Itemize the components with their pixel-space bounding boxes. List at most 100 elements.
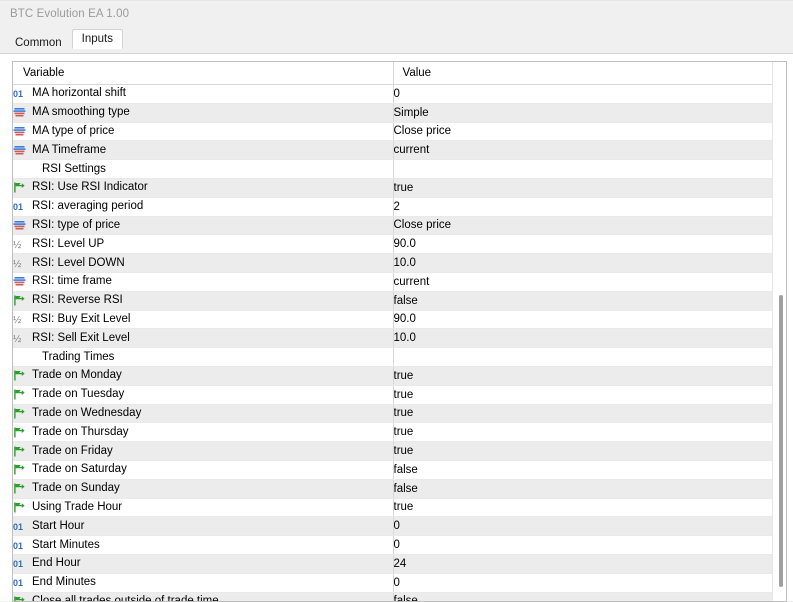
cell-value[interactable]: 90.0: [393, 235, 787, 254]
table-row[interactable]: RSI: type of price Close price: [13, 216, 787, 235]
cell-variable[interactable]: RSI Settings: [13, 160, 393, 179]
tab-common[interactable]: Common: [5, 33, 72, 51]
cell-value[interactable]: 10.0: [393, 329, 787, 348]
cell-variable[interactable]: Using Trade Hour: [13, 498, 393, 517]
boolean-icon: [13, 407, 26, 420]
cell-variable[interactable]: 01Start Minutes: [13, 536, 393, 555]
boolean-icon: [13, 426, 26, 439]
table-row[interactable]: ½RSI: Level DOWN10.0: [13, 254, 787, 273]
cell-value[interactable]: current: [393, 141, 787, 160]
table-row[interactable]: 01MA horizontal shift0: [13, 85, 787, 104]
table-row[interactable]: Trade on Fridaytrue: [13, 442, 787, 461]
table-section-row[interactable]: Trading Times: [13, 348, 787, 367]
cell-variable[interactable]: 01End Minutes: [13, 573, 393, 592]
cell-variable[interactable]: MA smoothing type: [13, 103, 393, 122]
table-row[interactable]: ½RSI: Level UP90.0: [13, 235, 787, 254]
cell-variable[interactable]: Trading Times: [13, 348, 393, 367]
column-header-value[interactable]: Value: [393, 62, 787, 85]
table-row[interactable]: Trade on Saturdayfalse: [13, 460, 787, 479]
cell-variable[interactable]: MA Timeframe: [13, 141, 393, 160]
cell-variable[interactable]: Trade on Sunday: [13, 479, 393, 498]
cell-value[interactable]: 10.0: [393, 254, 787, 273]
cell-value[interactable]: false: [393, 479, 787, 498]
variable-label: Using Trade Hour: [32, 501, 122, 514]
cell-value[interactable]: 0: [393, 85, 787, 104]
value-text: true: [394, 370, 414, 382]
cell-variable[interactable]: ½RSI: Level UP: [13, 235, 393, 254]
cell-value[interactable]: false: [393, 460, 787, 479]
cell-value[interactable]: false: [393, 592, 787, 602]
cell-variable[interactable]: RSI: Reverse RSI: [13, 291, 393, 310]
cell-value[interactable]: 0: [393, 536, 787, 555]
cell-variable[interactable]: ½RSI: Sell Exit Level: [13, 329, 393, 348]
variable-label: RSI: type of price: [32, 219, 120, 232]
table-row[interactable]: RSI: Reverse RSIfalse: [13, 291, 787, 310]
tab-inputs[interactable]: Inputs: [72, 29, 123, 49]
variable-label: Close all trades outside of trade time: [32, 595, 219, 602]
table-row[interactable]: RSI: time framecurrent: [13, 272, 787, 291]
table-row[interactable]: MA smoothing typeSimple: [13, 103, 787, 122]
table-row[interactable]: Trade on Tuesday true: [13, 385, 787, 404]
cell-variable[interactable]: ½RSI: Buy Exit Level: [13, 310, 393, 329]
vertical-scrollbar[interactable]: [772, 62, 787, 602]
table-section-row[interactable]: RSI Settings: [13, 160, 787, 179]
cell-value[interactable]: 2: [393, 197, 787, 216]
table-row[interactable]: Close all trades outside of trade time fa…: [13, 592, 787, 602]
table-row[interactable]: ½RSI: Sell Exit Level10.0: [13, 329, 787, 348]
table-row[interactable]: 01Start Minutes0: [13, 536, 787, 555]
cell-value[interactable]: true: [393, 178, 787, 197]
cell-variable[interactable]: 01RSI: averaging period: [13, 197, 393, 216]
table-row[interactable]: 01End Minutes0: [13, 573, 787, 592]
svg-text:½: ½: [13, 315, 22, 326]
cell-variable[interactable]: RSI: time frame: [13, 272, 393, 291]
cell-value[interactable]: 90.0: [393, 310, 787, 329]
cell-value[interactable]: true: [393, 442, 787, 461]
cell-variable[interactable]: MA type of price: [13, 122, 393, 141]
cell-variable[interactable]: ½RSI: Level DOWN: [13, 254, 393, 273]
cell-value[interactable]: true: [393, 404, 787, 423]
cell-variable[interactable]: 01MA horizontal shift: [13, 85, 393, 104]
table-row[interactable]: 01Start Hour0: [13, 517, 787, 536]
cell-variable[interactable]: RSI: Use RSI Indicator: [13, 178, 393, 197]
table-row[interactable]: MA Timeframecurrent: [13, 141, 787, 160]
cell-value[interactable]: true: [393, 498, 787, 517]
cell-variable[interactable]: Trade on Friday: [13, 442, 393, 461]
cell-variable[interactable]: Trade on Tuesday: [13, 385, 393, 404]
cell-variable[interactable]: Trade on Wednesday: [13, 404, 393, 423]
cell-variable[interactable]: Trade on Monday: [13, 366, 393, 385]
cell-variable[interactable]: 01Start Hour: [13, 517, 393, 536]
cell-value[interactable]: false: [393, 291, 787, 310]
enum-icon: [13, 275, 26, 288]
table-row[interactable]: Trade on Mondaytrue: [13, 366, 787, 385]
cell-variable[interactable]: Trade on Saturday: [13, 460, 393, 479]
cell-value[interactable]: 0: [393, 517, 787, 536]
cell-variable[interactable]: Close all trades outside of trade time: [13, 592, 393, 602]
enum-icon: [13, 144, 26, 157]
cell-variable[interactable]: Trade on Thursday: [13, 423, 393, 442]
cell-value[interactable]: true: [393, 423, 787, 442]
cell-value[interactable]: true: [393, 385, 787, 404]
cell-value[interactable]: [393, 160, 787, 179]
table-row[interactable]: Using Trade Hour true: [13, 498, 787, 517]
cell-value[interactable]: Simple: [393, 103, 787, 122]
cell-value[interactable]: 0: [393, 573, 787, 592]
cell-value[interactable]: current: [393, 272, 787, 291]
table-row[interactable]: Trade on Wednesdaytrue: [13, 404, 787, 423]
scrollbar-thumb[interactable]: [779, 295, 783, 587]
column-header-variable[interactable]: Variable: [13, 62, 393, 85]
variable-label: Trade on Tuesday: [32, 388, 124, 401]
table-row[interactable]: Trade on Thursdaytrue: [13, 423, 787, 442]
cell-variable[interactable]: RSI: type of price: [13, 216, 393, 235]
cell-value[interactable]: Close price: [393, 122, 787, 141]
table-row[interactable]: 01End Hour24: [13, 554, 787, 573]
cell-value[interactable]: 24: [393, 554, 787, 573]
cell-variable[interactable]: 01End Hour: [13, 554, 393, 573]
table-row[interactable]: RSI: Use RSI Indicatortrue: [13, 178, 787, 197]
table-row[interactable]: 01RSI: averaging period2: [13, 197, 787, 216]
table-row[interactable]: MA type of priceClose price: [13, 122, 787, 141]
cell-value[interactable]: Close price: [393, 216, 787, 235]
table-row[interactable]: Trade on Sundayfalse: [13, 479, 787, 498]
cell-value[interactable]: true: [393, 366, 787, 385]
cell-value[interactable]: [393, 348, 787, 367]
table-row[interactable]: ½RSI: Buy Exit Level90.0: [13, 310, 787, 329]
